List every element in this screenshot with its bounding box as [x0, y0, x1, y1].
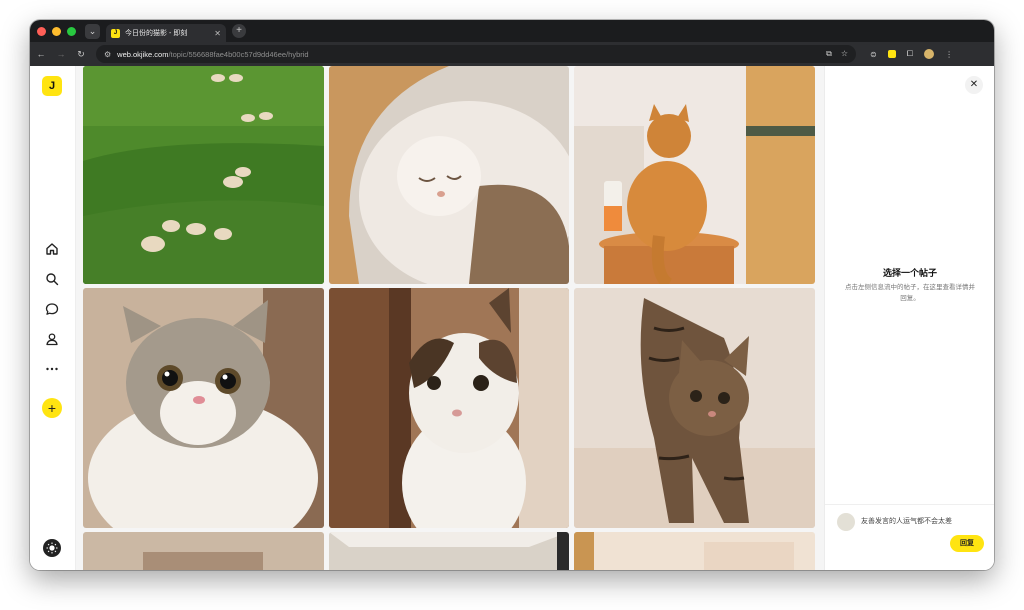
photo-tile-partial-2[interactable]: [329, 532, 569, 570]
search-icon[interactable]: [43, 270, 61, 288]
reload-icon[interactable]: ↻: [72, 49, 90, 60]
tab-strip: ⌄ J 今日份的猫影 - 即刻 ✕ +: [30, 20, 994, 42]
url-host: web.okjike.com: [117, 49, 169, 59]
zoom-window-button[interactable]: [67, 26, 76, 36]
detail-panel: ✕ 选择一个帖子 点击左侧信息流中的帖子，在这里查看详情并回复。 友善发言的人运…: [824, 66, 994, 570]
sidebar: J +: [30, 66, 76, 570]
tab-close-icon[interactable]: ✕: [214, 29, 221, 38]
reply-button[interactable]: 回复: [950, 535, 984, 552]
more-icon[interactable]: [43, 360, 61, 378]
photo-tile-partial-1[interactable]: [83, 532, 324, 570]
browser-window: ⌄ J 今日份的猫影 - 即刻 ✕ + ← → ↻ ⚙ web.okjike.c…: [30, 20, 994, 570]
profile-icon[interactable]: [43, 330, 61, 348]
theme-toggle-icon[interactable]: [43, 539, 61, 557]
browser-toolbar: ← → ↻ ⚙ web.okjike.com /topic/556688fae4…: [30, 42, 994, 66]
new-tab-button[interactable]: +: [232, 24, 246, 38]
forward-icon[interactable]: →: [52, 49, 70, 59]
jike-app: J + ✕ 选择一个帖子 点击左侧信息流中的帖子，在这里查看详情并回复。 友善发…: [30, 66, 994, 570]
browser-menu-icon[interactable]: ⋮: [945, 50, 953, 59]
photo-tile-peeking-cat[interactable]: [329, 288, 569, 528]
close-window-button[interactable]: [37, 26, 46, 36]
home-icon[interactable]: [43, 240, 61, 258]
photo-tile-orange-cat[interactable]: [574, 66, 815, 284]
empty-state-description: 点击左侧信息流中的帖子，在这里查看详情并回复。: [845, 284, 975, 302]
minimize-window-button[interactable]: [52, 26, 61, 36]
photo-tile-scottish-fold[interactable]: [83, 288, 324, 528]
tab-search-icon[interactable]: ⌄: [85, 23, 100, 39]
empty-state-title: 选择一个帖子: [882, 268, 937, 278]
avatar: [837, 513, 855, 531]
jike-extension-icon[interactable]: [887, 50, 896, 58]
reader-icon[interactable]: ⊜: [870, 50, 877, 59]
jike-logo[interactable]: J: [42, 76, 62, 96]
url-path: /topic/556688fae4b00c57d9dd46ee/hybrid: [168, 49, 309, 59]
photo-tile-partial-3[interactable]: [574, 532, 815, 570]
tab-title: 今日份的猫影 - 即刻: [125, 30, 188, 37]
active-tab[interactable]: J 今日份的猫影 - 即刻 ✕: [106, 24, 226, 42]
photo-tile-sleeping-cat[interactable]: [329, 66, 569, 284]
bookmark-star-icon[interactable]: ☆: [841, 49, 848, 59]
photo-tile-sheep[interactable]: [83, 66, 324, 284]
address-bar[interactable]: ⚙ web.okjike.com /topic/556688fae4b00c57…: [96, 45, 856, 63]
extensions-puzzle-icon[interactable]: ⧠: [907, 49, 913, 59]
omnibox-actions: ⧉ ☆: [826, 49, 848, 59]
reply-input[interactable]: 友善发言的人运气都不会太差: [861, 516, 985, 526]
close-icon[interactable]: ✕: [965, 76, 983, 94]
photo-grid: [76, 66, 824, 570]
back-icon[interactable]: ←: [32, 49, 50, 59]
site-info-icon[interactable]: ⚙: [104, 50, 111, 59]
photo-tile-tabby-cat[interactable]: [574, 288, 815, 528]
install-app-icon[interactable]: ⧉: [826, 49, 832, 59]
browser-profile-avatar[interactable]: [924, 49, 935, 59]
extensions-area: ⊜ ⧠ ⋮: [870, 49, 953, 59]
create-post-button[interactable]: +: [42, 398, 62, 418]
message-icon[interactable]: [43, 300, 61, 318]
jike-favicon-icon: J: [111, 28, 120, 38]
reply-composer: 友善发言的人运气都不会太差 回复: [825, 504, 994, 570]
window-controls: [37, 26, 76, 36]
